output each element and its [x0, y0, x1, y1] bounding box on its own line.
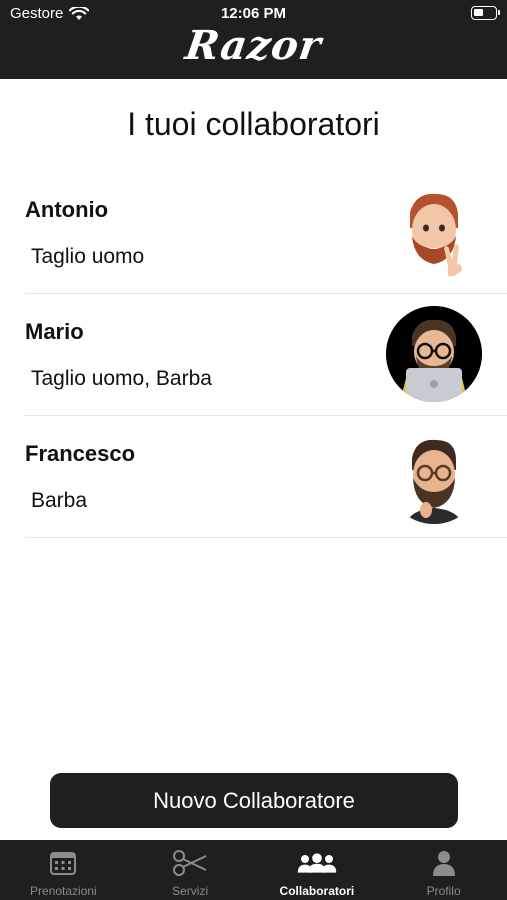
tab-bar: Prenotazioni Servizi Collaboratori Profi…	[0, 840, 507, 900]
people-icon	[297, 848, 337, 878]
collaborator-name: Antonio	[25, 197, 109, 222]
tab-servizi[interactable]: Servizi	[127, 840, 254, 900]
list-item-antonio[interactable]: Antonio Taglio uomo	[25, 172, 507, 294]
person-icon	[424, 848, 464, 878]
list-item-francesco[interactable]: Francesco Barba	[25, 416, 507, 538]
calendar-icon	[43, 848, 83, 878]
avatar	[406, 439, 462, 524]
collaborator-name: Mario	[25, 319, 84, 344]
app-logo: Razor	[182, 22, 325, 69]
tab-prenotazioni[interactable]: Prenotazioni	[0, 840, 127, 900]
tab-label: Servizi	[172, 884, 209, 898]
tab-label: Prenotazioni	[30, 884, 97, 898]
new-collaborator-button[interactable]: Nuovo Collaboratore	[50, 773, 458, 828]
tab-profilo[interactable]: Profilo	[380, 840, 507, 900]
tab-label: Collaboratori	[279, 884, 355, 898]
collaborators-list: Antonio Taglio uomo Mario Taglio uomo, B…	[25, 172, 507, 538]
tab-label: Profilo	[426, 884, 461, 898]
collaborator-name: Francesco	[25, 441, 136, 466]
avatar	[410, 193, 462, 277]
collaborator-services: Taglio uomo	[31, 245, 145, 268]
tab-collaboratori[interactable]: Collaboratori	[254, 840, 381, 900]
page-title: I tuoi collaboratori	[127, 106, 380, 142]
app-header: Gestore 12:06 PM Razor	[0, 0, 507, 79]
battery-icon	[471, 6, 500, 20]
collaborator-services: Barba	[31, 489, 88, 512]
list-item-mario[interactable]: Mario Taglio uomo, Barba	[25, 294, 507, 416]
avatar	[386, 306, 482, 402]
scissors-icon	[170, 848, 210, 878]
collaborator-services: Taglio uomo, Barba	[31, 367, 212, 390]
status-time: 12:06 PM	[220, 5, 287, 22]
